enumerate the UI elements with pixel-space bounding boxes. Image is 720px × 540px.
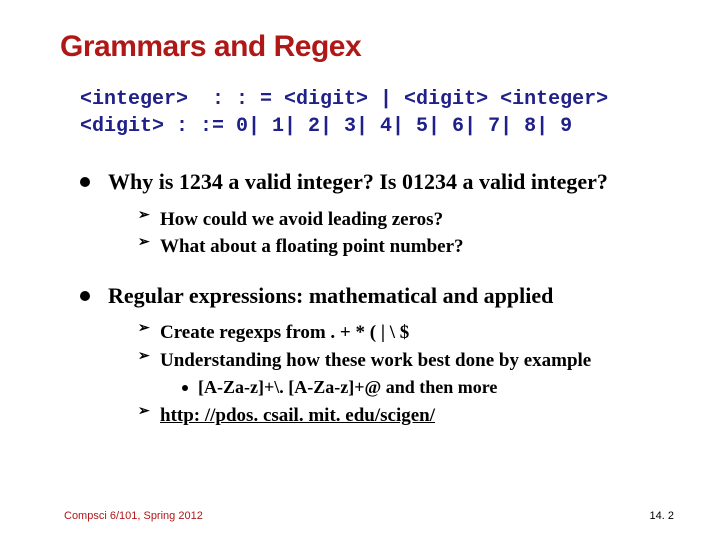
bullet-1-sub-1: How could we avoid leading zeros? bbox=[138, 207, 680, 233]
bullet-2-subs: Create regexps from . + * ( | \ $ Unders… bbox=[108, 320, 680, 428]
bullet-1-text: Why is 1234 a valid integer? Is 01234 a … bbox=[108, 168, 680, 197]
bullet-1: Why is 1234 a valid integer? Is 01234 a … bbox=[80, 168, 680, 260]
grammar-line-1: <integer> : : = <digit> | <digit> <integ… bbox=[80, 88, 608, 111]
grammar-block: <integer> : : = <digit> | <digit> <integ… bbox=[80, 86, 680, 140]
footer-page: 14. 2 bbox=[650, 510, 674, 522]
bullet-2-sub-2-sub-1: [A-Za-z]+\. [A-Za-z]+@ and then more bbox=[182, 376, 680, 399]
grammar-line-2: <digit> : := 0| 1| 2| 3| 4| 5| 6| 7| 8| … bbox=[80, 115, 572, 138]
slide: Grammars and Regex <integer> : : = <digi… bbox=[0, 0, 720, 540]
bullet-1-subs: How could we avoid leading zeros? What a… bbox=[108, 207, 680, 260]
bullet-list: Why is 1234 a valid integer? Is 01234 a … bbox=[60, 168, 680, 429]
scigen-link[interactable]: http: //pdos. csail. mit. edu/scigen/ bbox=[160, 405, 435, 426]
slide-title: Grammars and Regex bbox=[60, 30, 680, 64]
bullet-1-sub-2: What about a floating point number? bbox=[138, 234, 680, 260]
bullet-2-sub-2-text: Understanding how these work best done b… bbox=[160, 350, 591, 371]
bullet-2-sub-3: http: //pdos. csail. mit. edu/scigen/ bbox=[138, 403, 680, 429]
bullet-2-sub-1: Create regexps from . + * ( | \ $ bbox=[138, 320, 680, 346]
bullet-2-sub-2-subs: [A-Za-z]+\. [A-Za-z]+@ and then more bbox=[160, 376, 680, 399]
bullet-2: Regular expressions: mathematical and ap… bbox=[80, 282, 680, 429]
bullet-2-sub-2: Understanding how these work best done b… bbox=[138, 348, 680, 399]
footer-course: Compsci 6/101, Spring 2012 bbox=[64, 510, 203, 522]
bullet-2-text: Regular expressions: mathematical and ap… bbox=[108, 282, 680, 311]
